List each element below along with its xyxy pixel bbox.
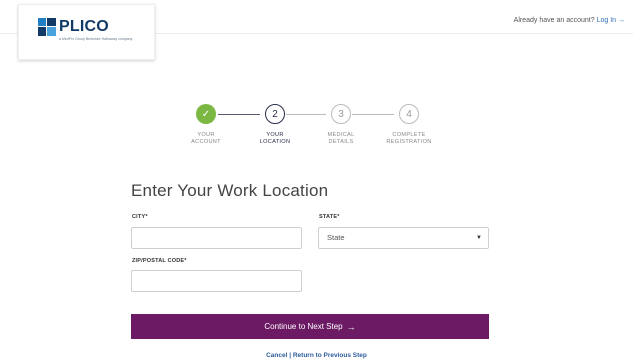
step-4-circle: 4 (399, 104, 419, 124)
city-input[interactable] (131, 227, 302, 249)
login-prompt-text: Already have an account? (513, 17, 595, 24)
city-label: CITY* (132, 214, 148, 220)
step-4-label-line1: COMPLETE (392, 132, 426, 138)
continue-button-label: Continue to Next Step (264, 322, 343, 331)
step-3-label-line2: DETAILS (328, 139, 354, 145)
login-link-label[interactable]: Log In (597, 17, 616, 24)
step-2-label: YOUR LOCATION (245, 132, 305, 146)
zip-label: ZIP/POSTAL CODE* (132, 258, 187, 264)
step-1-label: YOUR ACCOUNT (176, 132, 236, 146)
page-title: Enter Your Work Location (131, 181, 329, 200)
logo-wordmark: PLICO (59, 18, 109, 35)
step-2-label-line2: LOCATION (259, 139, 291, 145)
zip-input[interactable] (131, 270, 302, 292)
step-3-label: MEDICAL DETAILS (311, 132, 371, 146)
login-prompt-row: Already have an account? Log In → (514, 17, 625, 24)
brand-logo-card[interactable]: PLICO a MedPro Group Berkshire Hathaway … (18, 4, 155, 60)
progress-stepper: ✓ 2 3 4 YOUR ACCOUNT YOUR LOCATION MEDIC… (186, 104, 456, 154)
plico-logo-icon (38, 18, 56, 36)
login-link[interactable]: Log In → (597, 17, 625, 24)
step-connector-2 (286, 114, 326, 115)
logo-tagline: a MedPro Group Berkshire Hathaway compan… (59, 37, 133, 41)
cancel-return-link[interactable]: Cancel | Return to Previous Step (0, 352, 633, 359)
step-3-label-line1: MEDICAL (327, 132, 355, 138)
step-4-label-line2: REGISTRATION (386, 139, 432, 145)
step-3-circle: 3 (331, 104, 351, 124)
step-2-circle: 2 (265, 104, 285, 124)
state-select-value: State (327, 233, 345, 242)
step-connector-1 (218, 114, 260, 115)
state-label: STATE* (319, 214, 340, 220)
chevron-down-icon: ▼ (476, 235, 482, 241)
step-connector-3 (352, 114, 394, 115)
step-1-check-icon: ✓ (196, 104, 216, 124)
continue-button[interactable]: Continue to Next Step → (131, 314, 489, 339)
arrow-right-icon: → (618, 17, 625, 24)
step-2-label-line1: YOUR (266, 132, 284, 138)
arrow-right-icon: → (346, 321, 356, 332)
step-4-label: COMPLETE REGISTRATION (379, 132, 439, 146)
step-1-label-line2: ACCOUNT (191, 139, 221, 145)
state-select[interactable]: State ▼ (318, 227, 489, 249)
step-1-label-line1: YOUR (197, 132, 215, 138)
